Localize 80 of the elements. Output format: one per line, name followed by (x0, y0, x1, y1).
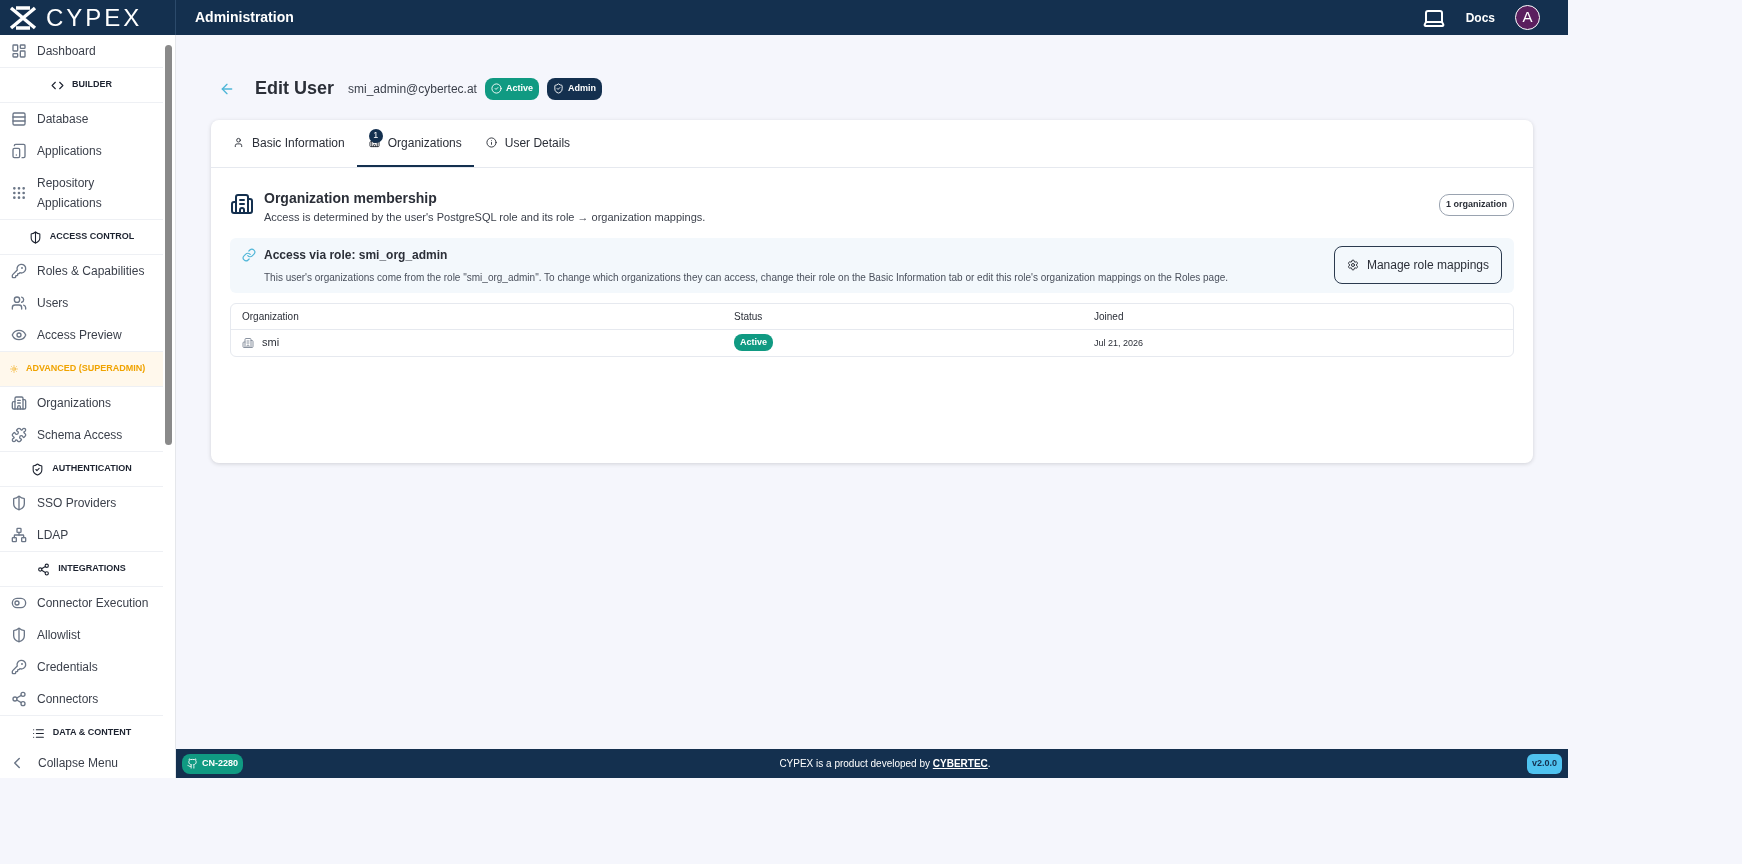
notice-text: This user's organizations come from the role "smi_org_admin". To change which organizations they can access, change their role on the Basic Information tab or edit this role's organization mappings on the Roles page. (263, 270, 1229, 285)
settings-icon (1346, 259, 1359, 271)
logo-icon (8, 5, 38, 30)
collapse-menu-button[interactable]: Collapse Menu (0, 748, 175, 778)
manage-role-mappings-button[interactable]: Manage role mappings (1333, 246, 1502, 284)
sidebar-item[interactable]: Roles & Capabilities (0, 255, 163, 287)
sun-icon (10, 365, 18, 373)
section-description: Access is determined by the user's PostgreSQL role and its role → organization mappings. (264, 210, 706, 225)
branch-badge: CN-2280 (182, 753, 244, 774)
toggle-icon (11, 595, 27, 611)
person-icon (233, 137, 244, 148)
building-icon (230, 192, 254, 216)
footer-text: CYPEX is a product developed by CYBERTEC. (778, 757, 992, 771)
check-icon (490, 83, 502, 94)
database-icon (11, 111, 27, 127)
sidebar-item[interactable]: Access Preview (0, 319, 163, 351)
sidebar-section-header: INTEGRATIONS (0, 551, 163, 587)
list-icon (31, 726, 45, 740)
shield-icon (11, 495, 27, 511)
sidebar-item[interactable]: Organizations (0, 387, 163, 419)
key-icon (11, 659, 27, 675)
logo-text: CYPEX (46, 5, 143, 30)
sidebar-item[interactable]: Applications (0, 135, 163, 167)
users-icon (11, 295, 27, 311)
shield-icon (28, 230, 42, 244)
sidebar-item[interactable]: Repository Applications (0, 167, 163, 219)
sidebar-section-header: ADVANCED (SUPERADMIN) (0, 351, 163, 387)
building-icon (242, 336, 254, 349)
sidebar-item[interactable]: Connector Execution (0, 587, 163, 619)
sidebar-section-header: DATA & CONTENT (0, 715, 163, 748)
sidebar-item[interactable]: Database (0, 103, 163, 135)
grid-icon (11, 185, 27, 201)
shield-icon (11, 627, 27, 643)
version-badge: v2.0.0 (1526, 753, 1562, 774)
tab[interactable]: Organizations 1 (356, 120, 474, 167)
tab-count-badge: 1 (368, 129, 383, 143)
sidebar-section-header: BUILDER (0, 67, 163, 103)
puzzle-icon (11, 427, 27, 443)
page-title: Edit User (255, 77, 335, 100)
table-cell-text: smi (262, 335, 280, 351)
status-badge: Active (484, 77, 539, 100)
organization-count-badge: 1 organization (1439, 194, 1514, 216)
sidebar-item[interactable]: Connectors (0, 683, 163, 715)
user-email: smi_admin@cybertec.at (348, 80, 477, 98)
column-header: Status (723, 303, 1083, 330)
tab[interactable]: Basic Information (221, 120, 357, 167)
status-badge: Active (734, 333, 773, 352)
eye-icon (11, 327, 27, 343)
section-title: Organization membership (264, 189, 438, 208)
table-cell: Jul 21, 2026 (1094, 337, 1144, 348)
sidebar-item[interactable]: Allowlist (0, 619, 163, 651)
sidebar-item[interactable]: SSO Providers (0, 487, 163, 519)
tablet-icon (11, 143, 27, 159)
sidebar-item[interactable]: Schema Access (0, 419, 163, 451)
shield-icon (552, 83, 564, 94)
user-avatar[interactable]: A (1515, 5, 1540, 30)
sidebar-section-header: ACCESS CONTROL (0, 219, 163, 255)
sidebar-item[interactable]: Users (0, 287, 163, 319)
sidebar-item[interactable]: Credentials (0, 651, 163, 683)
dashboard-icon (11, 43, 27, 59)
header-title: Administration (195, 8, 294, 27)
sidebar-section-header: AUTHENTICATION (0, 451, 163, 487)
cybertec-link[interactable]: CYBERTEC (932, 758, 988, 769)
network-icon (11, 527, 27, 543)
tab[interactable]: User Details (473, 120, 583, 167)
key-icon (11, 263, 27, 279)
building-icon (11, 395, 27, 411)
nodes-icon (11, 691, 27, 707)
column-header: Organization (231, 303, 723, 330)
shield-icon (31, 462, 45, 476)
info-icon (485, 137, 497, 148)
nodes-icon (37, 562, 51, 576)
sidebar-item[interactable]: LDAP (0, 519, 163, 551)
link-icon (242, 247, 256, 262)
sidebar-item[interactable]: Dashboard (0, 35, 163, 67)
notice-title: Access via role: smi_org_admin (264, 246, 448, 264)
docs-link[interactable]: Docs (1465, 8, 1495, 27)
github-icon (187, 758, 198, 769)
role-badge: Admin (546, 77, 602, 100)
column-header: Joined (1083, 303, 1513, 330)
